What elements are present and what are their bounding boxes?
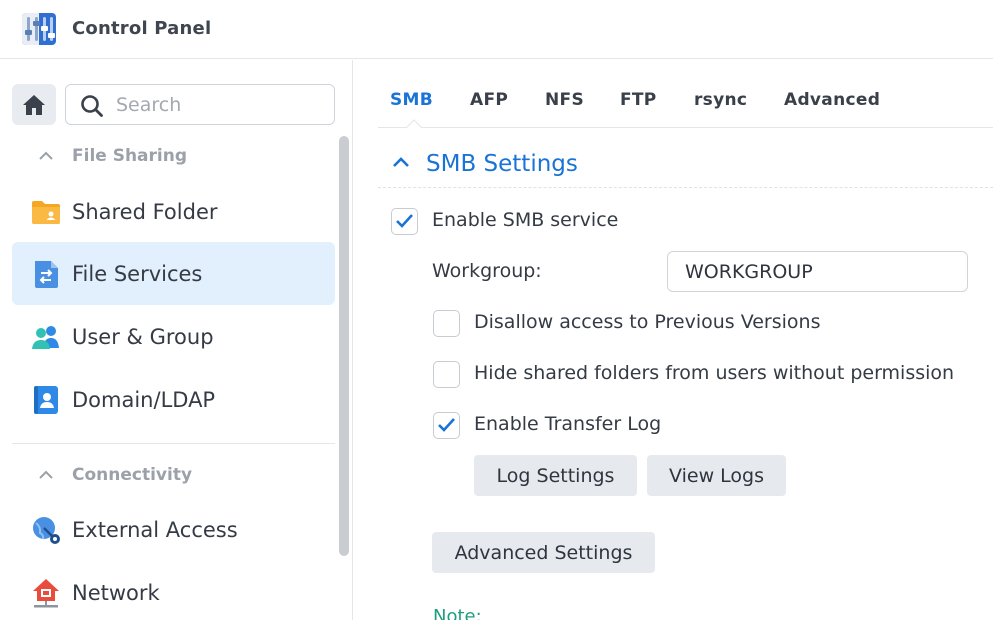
sidebar-item-file-services[interactable]: File Services — [12, 242, 335, 305]
checkmark-icon — [438, 418, 455, 432]
search-icon — [81, 95, 103, 117]
enable-smb-checkbox[interactable] — [391, 208, 418, 235]
title-bar: Control Panel — [0, 0, 993, 59]
sidebar-item-label: File Services — [72, 261, 203, 286]
external-access-icon — [33, 517, 60, 544]
sidebar-item-network[interactable]: Network — [12, 561, 335, 620]
search-input[interactable] — [116, 91, 316, 119]
note-label: Note: — [433, 606, 482, 620]
enable-transfer-log-checkbox[interactable] — [433, 412, 460, 439]
enable-transfer-log-label: Enable Transfer Log — [474, 413, 662, 435]
tab-advanced[interactable]: Advanced — [784, 90, 880, 110]
enable-smb-label: Enable SMB service — [432, 209, 619, 231]
control-panel-icon — [22, 13, 56, 45]
section-label: File Sharing — [72, 146, 188, 166]
sidebar-item-label: Domain/LDAP — [72, 387, 216, 412]
sidebar-scrollbar[interactable] — [339, 136, 349, 556]
sidebar-item-label: User & Group — [72, 324, 214, 349]
network-icon — [33, 579, 59, 608]
workgroup-label: Workgroup: — [432, 260, 542, 282]
app-title: Control Panel — [72, 18, 212, 39]
sidebar-item-user-group[interactable]: User & Group — [12, 305, 335, 368]
tab-afp[interactable]: AFP — [470, 90, 508, 110]
disallow-previous-versions-checkbox[interactable] — [433, 310, 460, 337]
sidebar-item-external-access[interactable]: External Access — [12, 498, 335, 561]
workgroup-input[interactable] — [685, 259, 955, 285]
tab-bar: SMB AFP NFS FTP rsync Advanced — [378, 60, 993, 128]
tab-rsync[interactable]: rsync — [694, 90, 747, 110]
users-icon — [32, 326, 59, 349]
home-icon — [23, 94, 45, 115]
section-label: Connectivity — [72, 465, 193, 485]
sidebar-item-label: External Access — [72, 517, 238, 542]
home-button[interactable] — [12, 84, 56, 125]
tab-nfs[interactable]: NFS — [545, 90, 584, 110]
sidebar-item-label: Network — [72, 580, 160, 605]
file-services-icon — [35, 261, 58, 288]
log-settings-button[interactable]: Log Settings — [474, 455, 637, 496]
chevron-up-icon — [39, 151, 53, 160]
active-tab-caret — [406, 119, 422, 128]
chevron-up-icon — [39, 470, 53, 479]
section-title: SMB Settings — [426, 151, 578, 177]
disallow-previous-versions-label: Disallow access to Previous Versions — [474, 311, 821, 333]
hide-shared-folders-label: Hide shared folders from users without p… — [474, 362, 955, 384]
sidebar-item-domain-ldap[interactable]: Domain/LDAP — [12, 368, 335, 431]
chevron-up-icon — [393, 157, 409, 167]
tab-ftp[interactable]: FTP — [620, 90, 657, 110]
sidebar-item-shared-folder[interactable]: Shared Folder — [12, 180, 335, 243]
checkmark-icon — [396, 214, 413, 228]
domain-ldap-icon — [34, 386, 58, 414]
tab-smb[interactable]: SMB — [390, 90, 433, 110]
section-header-connectivity[interactable]: Connectivity — [38, 465, 192, 485]
hide-shared-folders-checkbox[interactable] — [433, 361, 460, 388]
advanced-settings-button[interactable]: Advanced Settings — [432, 532, 655, 573]
view-logs-button[interactable]: View Logs — [647, 455, 786, 496]
folder-icon — [32, 201, 60, 224]
workgroup-field[interactable] — [667, 251, 968, 292]
section-header-file-sharing[interactable]: File Sharing — [38, 146, 187, 166]
search-field[interactable] — [65, 84, 335, 125]
sidebar: File Sharing Shared Folder File Services… — [0, 60, 353, 620]
smb-settings-header[interactable]: SMB Settings — [378, 128, 993, 188]
sidebar-item-label: Shared Folder — [72, 199, 218, 224]
sidebar-divider — [12, 443, 335, 444]
